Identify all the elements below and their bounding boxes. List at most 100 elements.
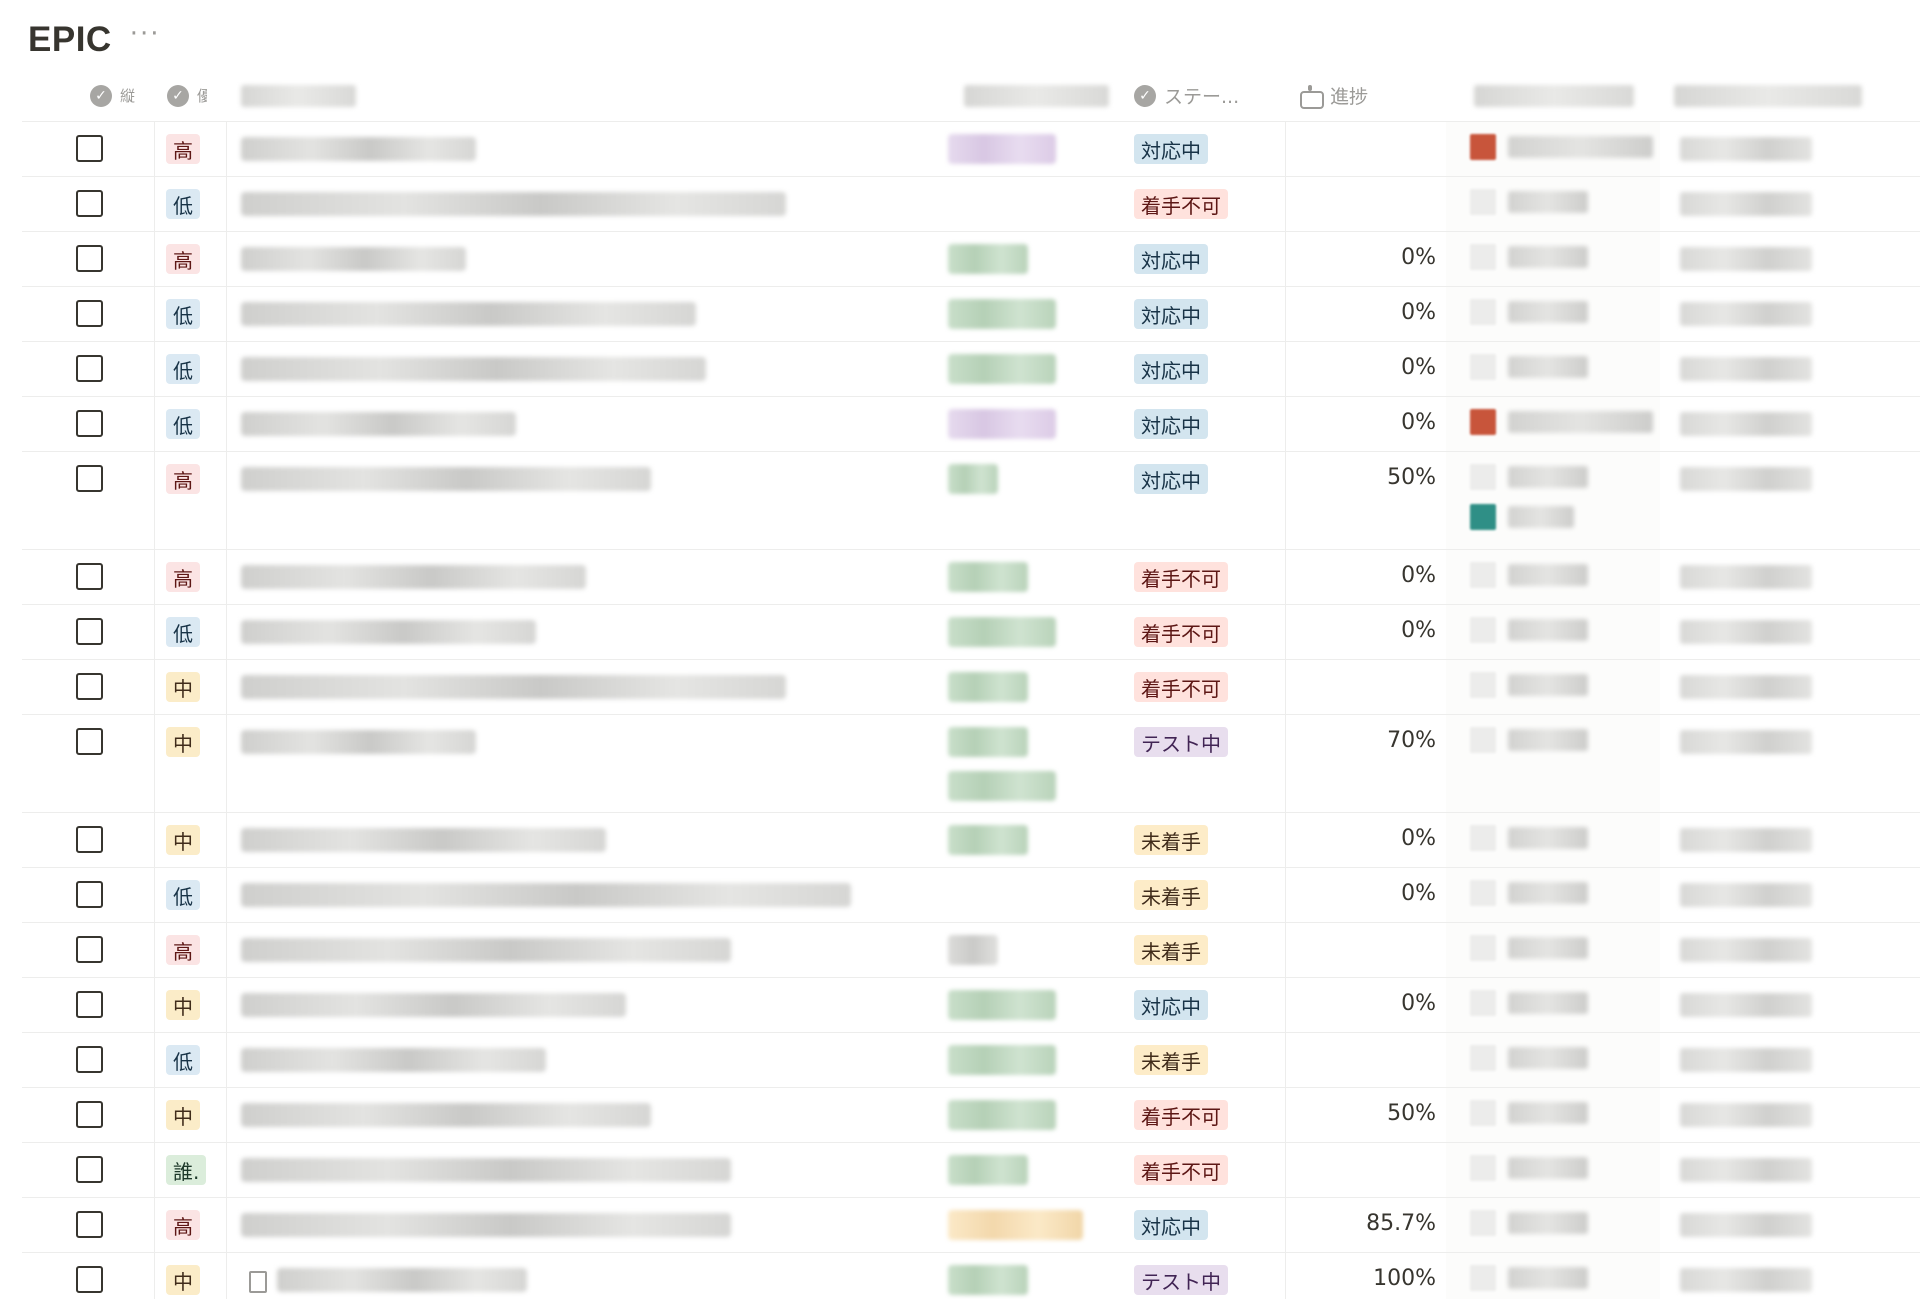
- relation-item-redacted[interactable]: [1508, 506, 1574, 528]
- row-tag-cell[interactable]: [932, 1033, 1122, 1087]
- row-name-redacted[interactable]: [241, 137, 476, 161]
- row-tag-cell[interactable]: [932, 1198, 1122, 1252]
- row-checkbox[interactable]: [76, 936, 103, 963]
- row-extra-cell[interactable]: [1660, 232, 1920, 286]
- row-name-redacted[interactable]: [241, 938, 731, 962]
- relation-item-redacted[interactable]: [1508, 729, 1588, 751]
- row-tag-cell[interactable]: [932, 1088, 1122, 1142]
- row-name-redacted[interactable]: [241, 247, 466, 271]
- row-checkbox[interactable]: [76, 1156, 103, 1183]
- row-name-redacted[interactable]: [241, 467, 651, 491]
- row-extra-cell[interactable]: [1660, 1253, 1920, 1299]
- row-tag-cell[interactable]: [932, 715, 1122, 812]
- row-relation-cell[interactable]: [1446, 923, 1660, 977]
- row-checkbox[interactable]: [76, 1046, 103, 1073]
- table-row[interactable]: 低 未着手 0%: [22, 868, 1920, 923]
- row-checkbox[interactable]: [76, 300, 103, 327]
- row-tag-redacted[interactable]: [948, 727, 1028, 757]
- row-priority-cell[interactable]: 低: [155, 1033, 227, 1087]
- row-relation-cell[interactable]: [1446, 1253, 1660, 1299]
- row-status-cell[interactable]: 未着手: [1122, 868, 1286, 922]
- row-priority-cell[interactable]: 高: [155, 122, 227, 176]
- row-extra-cell[interactable]: [1660, 868, 1920, 922]
- row-priority-cell[interactable]: 中: [155, 813, 227, 867]
- row-checkbox[interactable]: [76, 135, 103, 162]
- row-tag-cell[interactable]: [932, 605, 1122, 659]
- table-row[interactable]: 中 テスト中 100%: [22, 1253, 1920, 1299]
- row-relation-cell[interactable]: [1446, 550, 1660, 604]
- row-extra-cell[interactable]: [1660, 177, 1920, 231]
- row-checkbox[interactable]: [76, 826, 103, 853]
- row-checkbox[interactable]: [76, 1266, 103, 1293]
- row-extra-cell[interactable]: [1660, 923, 1920, 977]
- row-name-redacted[interactable]: [241, 828, 606, 852]
- table-row[interactable]: 高 対応中: [22, 122, 1920, 177]
- row-name-redacted[interactable]: [241, 192, 786, 216]
- row-name-cell[interactable]: [227, 813, 932, 867]
- row-tag-redacted[interactable]: [948, 464, 998, 494]
- row-priority-cell[interactable]: 中: [155, 660, 227, 714]
- table-row[interactable]: 誰. 着手不可: [22, 1143, 1920, 1198]
- row-checkbox[interactable]: [76, 618, 103, 645]
- row-relation-cell[interactable]: [1446, 1198, 1660, 1252]
- row-priority-cell[interactable]: 低: [155, 605, 227, 659]
- row-status-cell[interactable]: 着手不可: [1122, 605, 1286, 659]
- row-status-cell[interactable]: 対応中: [1122, 1198, 1286, 1252]
- row-checkbox[interactable]: [76, 1211, 103, 1238]
- row-tag-redacted[interactable]: [948, 562, 1028, 592]
- relation-item-redacted[interactable]: [1508, 674, 1588, 696]
- row-tag-cell[interactable]: [932, 813, 1122, 867]
- row-name-redacted[interactable]: [241, 412, 516, 436]
- row-name-cell[interactable]: [227, 232, 932, 286]
- row-extra-cell[interactable]: [1660, 397, 1920, 451]
- row-status-cell[interactable]: テスト中: [1122, 715, 1286, 812]
- relation-item-redacted[interactable]: [1508, 246, 1588, 268]
- row-tag-redacted[interactable]: [948, 299, 1056, 329]
- row-status-cell[interactable]: 対応中: [1122, 452, 1286, 549]
- row-status-cell[interactable]: 対応中: [1122, 122, 1286, 176]
- row-priority-cell[interactable]: 高: [155, 232, 227, 286]
- row-relation-cell[interactable]: [1446, 978, 1660, 1032]
- relation-item-redacted[interactable]: [1508, 827, 1588, 849]
- row-status-cell[interactable]: 未着手: [1122, 1033, 1286, 1087]
- column-header-progress[interactable]: 進捗: [1286, 70, 1446, 121]
- row-extra-cell[interactable]: [1660, 813, 1920, 867]
- row-status-cell[interactable]: 着手不可: [1122, 1088, 1286, 1142]
- row-status-cell[interactable]: テスト中: [1122, 1253, 1286, 1299]
- table-row[interactable]: 中 着手不可: [22, 660, 1920, 715]
- table-row[interactable]: 中 対応中 0%: [22, 978, 1920, 1033]
- relation-item-redacted[interactable]: [1508, 411, 1653, 433]
- row-extra-cell[interactable]: [1660, 1198, 1920, 1252]
- row-name-cell[interactable]: [227, 660, 932, 714]
- relation-item-redacted[interactable]: [1508, 136, 1653, 158]
- row-relation-cell[interactable]: [1446, 342, 1660, 396]
- row-relation-cell[interactable]: [1446, 397, 1660, 451]
- row-tag-redacted[interactable]: [948, 990, 1056, 1020]
- row-relation-cell[interactable]: [1446, 1088, 1660, 1142]
- table-row[interactable]: 低 未着手: [22, 1033, 1920, 1088]
- row-relation-cell[interactable]: [1446, 177, 1660, 231]
- table-row[interactable]: 低 対応中 0%: [22, 342, 1920, 397]
- row-extra-cell[interactable]: [1660, 452, 1920, 549]
- column-header-priority[interactable]: ✓ 優: [155, 70, 227, 121]
- row-tag-cell[interactable]: [932, 1253, 1122, 1299]
- row-status-cell[interactable]: 対応中: [1122, 978, 1286, 1032]
- row-checkbox[interactable]: [76, 355, 103, 382]
- row-status-cell[interactable]: 着手不可: [1122, 660, 1286, 714]
- row-priority-cell[interactable]: 高: [155, 923, 227, 977]
- row-priority-cell[interactable]: 低: [155, 868, 227, 922]
- row-extra-cell[interactable]: [1660, 1033, 1920, 1087]
- row-status-cell[interactable]: 対応中: [1122, 397, 1286, 451]
- table-row[interactable]: 高 未着手: [22, 923, 1920, 978]
- column-header-status[interactable]: ✓ ステー...: [1122, 70, 1286, 121]
- row-priority-cell[interactable]: 中: [155, 978, 227, 1032]
- row-relation-cell[interactable]: [1446, 715, 1660, 812]
- row-checkbox[interactable]: [76, 465, 103, 492]
- row-name-cell[interactable]: [227, 1033, 932, 1087]
- row-priority-cell[interactable]: 高: [155, 550, 227, 604]
- table-row[interactable]: 低 着手不可 0%: [22, 605, 1920, 660]
- row-extra-cell[interactable]: [1660, 715, 1920, 812]
- row-priority-cell[interactable]: 中: [155, 1088, 227, 1142]
- row-extra-cell[interactable]: [1660, 605, 1920, 659]
- table-row[interactable]: 高 対応中 0%: [22, 232, 1920, 287]
